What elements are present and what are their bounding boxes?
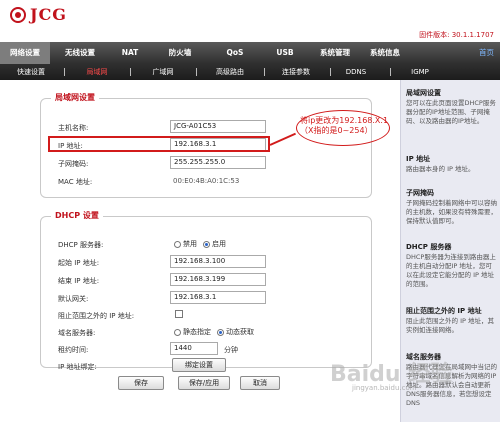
nav-network[interactable]: 网络设置 [0, 42, 50, 64]
logo-icon [10, 6, 26, 23]
help-dhcp-title: DHCP 服务器 [406, 243, 452, 251]
start-ip-input[interactable]: 192.168.3.100 [170, 255, 266, 268]
subnet-mask-label: 子网掩码: [58, 160, 89, 168]
dns-dynamic-label: 动态获取 [226, 328, 254, 336]
subnav-divider [330, 68, 331, 76]
firmware-version: 固件版本: 30.1.1.1707 [419, 31, 494, 39]
sub-nav: 快速设置 局域网 广域网 高级路由 连接参数 DDNS IGMP [0, 64, 500, 80]
brand-logo: JCG [10, 5, 67, 24]
help-ip-title: IP 地址 [406, 155, 431, 163]
subnav-divider [264, 68, 265, 76]
subnav-connection-params[interactable]: 连接参数 [270, 64, 322, 80]
default-gateway-label: 默认网关: [58, 295, 89, 303]
start-ip-label: 起始 IP 地址: [58, 259, 100, 267]
watermark-url: jingyan.baidu.com [352, 384, 417, 392]
ip-highlight-box [48, 136, 270, 152]
subnav-wan[interactable]: 广域网 [138, 64, 188, 80]
lease-time-label: 租约时间: [58, 346, 89, 354]
help-lan-text: 您可以在此页面设置DHCP服务器分配的IP地址范围、子网掩码、以及路由器的IP地… [406, 99, 496, 125]
subnav-igmp[interactable]: IGMP [398, 64, 442, 80]
help-block-text: 阻止此范围之外的 IP 地址，其实例如连接网络。 [406, 317, 494, 334]
nav-system-admin[interactable]: 系统管理 [310, 42, 360, 64]
subnav-lan[interactable]: 局域网 [72, 64, 122, 80]
dns-server-radio-group: 静态指定 动态获取 [174, 327, 254, 337]
nav-wireless[interactable]: 无线设置 [50, 42, 110, 64]
help-block-title: 阻止范围之外的 IP 地址 [406, 307, 482, 315]
main-nav: 网络设置 无线设置 NAT 防火墙 QoS USB 系统管理 系统信息 首页 [0, 42, 500, 64]
end-ip-input[interactable]: 192.168.3.199 [170, 273, 266, 286]
cancel-button[interactable]: 取消 [240, 376, 280, 390]
lease-time-unit: 分钟 [224, 346, 238, 354]
dhcp-settings-legend: DHCP 设置 [51, 210, 103, 221]
mac-address-label: MAC 地址: [58, 178, 93, 186]
brand-name: JCG [30, 5, 67, 24]
help-mask-title: 子网掩码 [406, 189, 434, 197]
mac-address-value: 00:E0:4B:A0:1C:53 [173, 177, 240, 185]
nav-qos[interactable]: QoS [210, 42, 260, 64]
save-button[interactable]: 保存 [118, 376, 164, 390]
hostname-label: 主机名称: [58, 124, 89, 132]
block-outside-checkbox[interactable] [175, 310, 183, 318]
subnav-divider [390, 68, 391, 76]
subnav-advanced-routing[interactable]: 高级路由 [204, 64, 256, 80]
dns-dynamic-radio[interactable] [217, 328, 224, 336]
hostname-input[interactable]: JCG-A01C53 [170, 120, 266, 133]
block-outside-label: 阻止范围之外的 IP 地址: [58, 312, 135, 320]
default-gateway-input[interactable]: 192.168.3.1 [170, 291, 266, 304]
dhcp-disable-label: 禁用 [183, 240, 197, 248]
nav-nat[interactable]: NAT [110, 42, 150, 64]
help-dhcp-text: DHCP服务器为连接到路由器上的主机自动分配IP 地址，您可以在此设定它能分配的… [406, 253, 496, 288]
nav-home-link[interactable]: 首页 [479, 42, 494, 64]
nav-system-info[interactable]: 系统信息 [360, 42, 410, 64]
header: JCG [0, 0, 500, 30]
binding-settings-button[interactable]: 绑定设置 [172, 358, 226, 372]
subnav-divider [196, 68, 197, 76]
dhcp-enable-radio[interactable] [203, 240, 210, 248]
ip-binding-label: IP 地址绑定: [58, 363, 97, 371]
dns-static-label: 静态指定 [183, 328, 211, 336]
subnet-mask-input[interactable]: 255.255.255.0 [170, 156, 266, 169]
dhcp-server-label: DHCP 服务器: [58, 241, 104, 249]
dns-static-radio[interactable] [174, 328, 181, 336]
subnav-ddns[interactable]: DDNS [336, 64, 376, 80]
lease-time-input[interactable]: 1440 [170, 342, 218, 355]
help-lan-title: 局域网设置 [406, 89, 441, 97]
nav-firewall[interactable]: 防火墙 [150, 42, 210, 64]
end-ip-label: 结束 IP 地址: [58, 277, 100, 285]
dns-server-label: 域名服务器: [58, 329, 96, 337]
annotation-text: 将ip更改为192.168.X.1（X指的是0~254） [300, 116, 389, 135]
nav-usb[interactable]: USB [260, 42, 310, 64]
lan-settings-legend: 局域网设置 [51, 92, 99, 103]
save-apply-button[interactable]: 保存/应用 [178, 376, 230, 390]
subnav-divider [64, 68, 65, 76]
help-mask-text: 子网掩码控制着网络中可以容纳的主机数，如果没有特殊需要，保持默认值即可。 [406, 199, 497, 225]
subnav-quick-setup[interactable]: 快速设置 [6, 64, 56, 80]
dhcp-server-radio-group: 禁用 启用 [174, 239, 226, 249]
dhcp-disable-radio[interactable] [174, 240, 181, 248]
dhcp-enable-label: 启用 [212, 240, 226, 248]
help-ip-text: 路由器本身的 IP 地址。 [406, 165, 475, 173]
subnav-divider [130, 68, 131, 76]
